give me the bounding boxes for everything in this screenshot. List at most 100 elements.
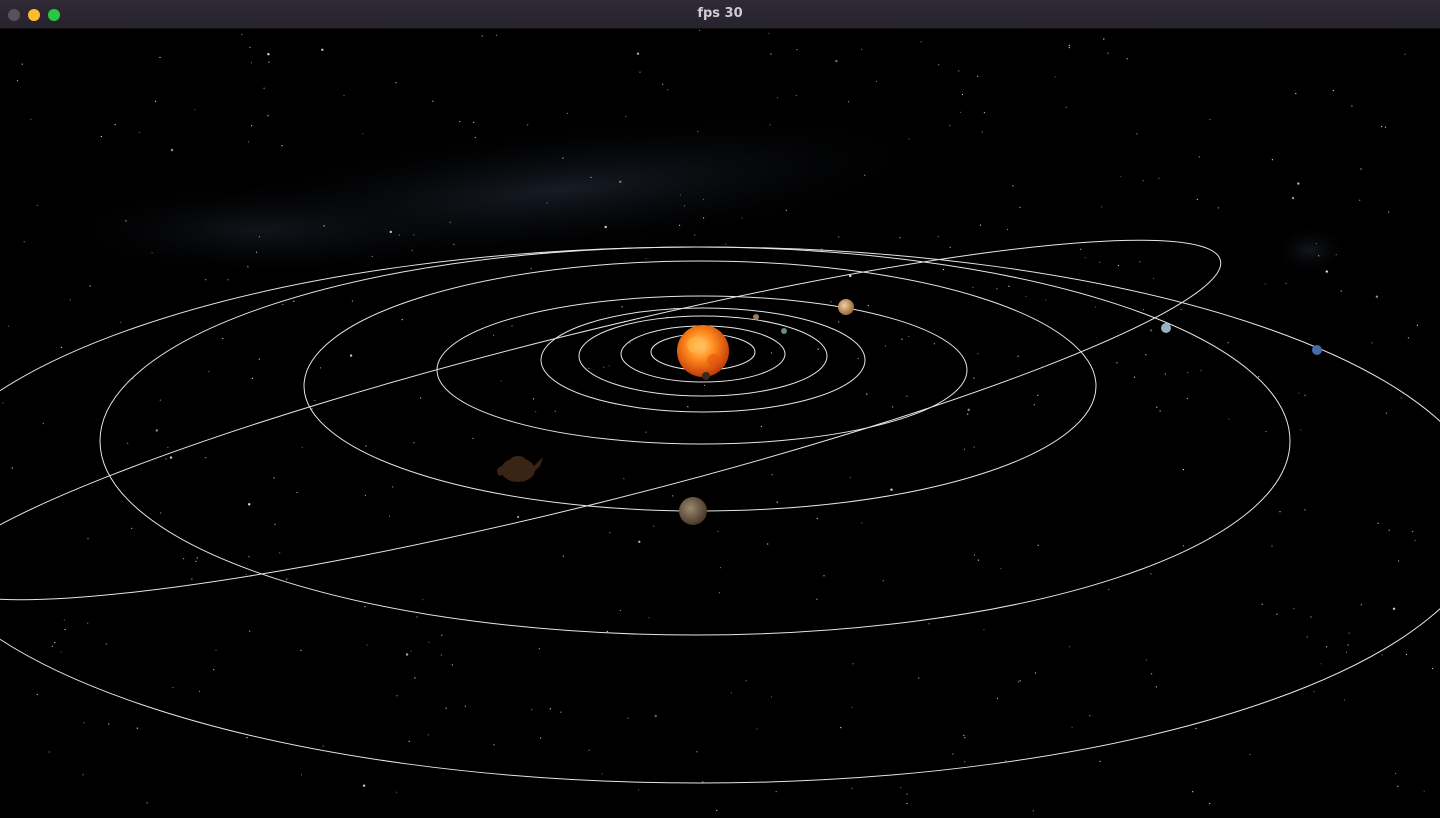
star	[273, 477, 275, 479]
star	[1276, 613, 1278, 615]
star	[496, 34, 498, 36]
star	[838, 236, 840, 238]
star	[1080, 248, 1082, 250]
star	[245, 573, 248, 575]
star	[365, 445, 367, 447]
star	[196, 557, 198, 559]
star	[849, 274, 852, 278]
star	[351, 300, 353, 302]
star	[267, 115, 269, 117]
star	[1126, 58, 1128, 60]
star	[362, 133, 364, 135]
star	[560, 711, 562, 713]
star	[87, 622, 89, 624]
star	[1359, 199, 1361, 201]
star	[775, 791, 777, 793]
star	[1325, 270, 1329, 273]
star	[730, 692, 733, 694]
star	[371, 255, 373, 258]
star	[1407, 337, 1409, 339]
star	[268, 61, 270, 63]
star	[830, 301, 832, 303]
star	[816, 598, 818, 600]
title-bar[interactable]: fps 30	[0, 0, 1440, 29]
mercury-icon[interactable]	[702, 372, 710, 380]
star	[364, 494, 366, 497]
star	[949, 125, 951, 127]
star	[899, 237, 901, 239]
star	[938, 64, 940, 66]
star	[840, 727, 842, 729]
star	[1404, 53, 1406, 55]
star	[1164, 373, 1166, 375]
star	[608, 365, 610, 367]
star	[481, 35, 483, 37]
sun-icon[interactable]	[677, 325, 729, 377]
star	[1375, 295, 1379, 298]
star	[672, 495, 674, 497]
star	[1005, 760, 1007, 762]
star	[395, 791, 398, 793]
star	[1297, 182, 1300, 185]
star	[1019, 206, 1021, 208]
star	[963, 448, 966, 450]
star	[1146, 659, 1148, 661]
neptune-icon[interactable]	[1312, 345, 1322, 355]
star	[1136, 133, 1138, 135]
star	[1159, 410, 1161, 412]
star	[687, 406, 689, 408]
star	[258, 358, 260, 360]
earth-icon[interactable]	[781, 328, 787, 334]
star	[890, 488, 893, 491]
star	[645, 431, 647, 433]
star	[554, 410, 556, 412]
star	[964, 737, 966, 739]
star	[864, 174, 866, 176]
star	[621, 306, 623, 308]
solar-system-scene[interactable]	[0, 29, 1440, 818]
star	[1149, 329, 1153, 332]
star	[416, 616, 418, 618]
star	[120, 321, 122, 323]
star	[388, 515, 391, 517]
star	[474, 136, 476, 139]
star	[511, 325, 513, 327]
star	[1343, 699, 1346, 701]
star	[776, 97, 779, 99]
star	[920, 41, 922, 43]
uranus-icon[interactable]	[1161, 323, 1171, 333]
star	[449, 221, 451, 223]
star	[1335, 254, 1337, 256]
star	[1209, 802, 1211, 805]
star	[1068, 645, 1070, 648]
star	[1310, 616, 1312, 618]
star	[1019, 680, 1021, 682]
star	[1398, 560, 1400, 562]
star	[1304, 509, 1306, 511]
star	[838, 321, 840, 323]
star	[1116, 362, 1118, 364]
venus-icon[interactable]	[753, 314, 759, 320]
star	[981, 131, 984, 133]
star	[1228, 418, 1230, 420]
star	[54, 642, 56, 644]
star	[835, 59, 838, 63]
star	[1068, 44, 1070, 46]
star	[601, 773, 603, 775]
star	[906, 395, 908, 397]
saturn-icon[interactable]	[679, 497, 707, 525]
star	[725, 243, 727, 245]
jupiter-icon[interactable]	[838, 299, 854, 315]
star	[1017, 681, 1020, 683]
star	[1103, 38, 1105, 40]
star	[1348, 632, 1350, 634]
star	[432, 100, 434, 102]
star	[636, 52, 640, 55]
star	[1227, 342, 1229, 344]
star	[1315, 242, 1317, 245]
star	[1431, 667, 1434, 670]
star	[1196, 198, 1198, 200]
star	[973, 377, 975, 379]
star	[100, 135, 102, 138]
star	[1332, 90, 1334, 92]
